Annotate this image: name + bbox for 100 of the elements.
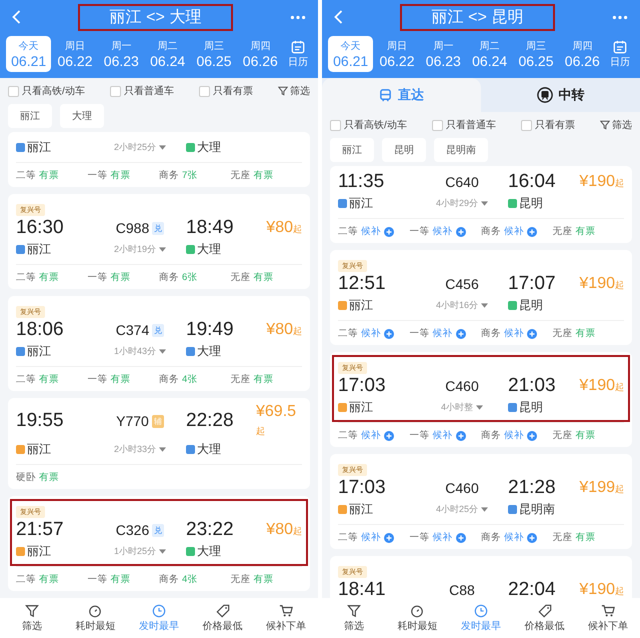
departure-time: 21:57 — [16, 519, 65, 541]
price: ¥80起 — [266, 521, 302, 539]
station-chip[interactable]: 昆明南 — [434, 138, 488, 162]
seat-status: 有票 — [39, 169, 59, 182]
seat-status: 有票 — [110, 373, 130, 386]
caret-icon[interactable] — [481, 303, 488, 308]
filter-checkbox[interactable]: 只看普通车 — [110, 84, 174, 98]
seat-status: 有票 — [39, 471, 59, 484]
seat-status: 候补 — [432, 327, 452, 340]
train-badge: 兑 — [152, 524, 164, 536]
seat-class: 一等 — [410, 429, 430, 442]
price: ¥80起 — [266, 219, 302, 237]
train-icon — [379, 88, 392, 102]
caret-icon[interactable] — [159, 247, 166, 252]
window-title: 丽江 <> 大理 — [78, 4, 234, 30]
plus-icon[interactable] — [527, 226, 537, 236]
seat-status: 有票 — [254, 373, 274, 386]
clock-icon — [474, 604, 488, 618]
station-name: 丽江 — [27, 139, 51, 156]
seat-status: 有票 — [576, 429, 596, 442]
seat-class: 商务 — [159, 271, 179, 284]
checkbox-label: 只看高铁/动车 — [22, 84, 85, 98]
filter-checkbox[interactable]: 只看有票 — [198, 84, 253, 98]
caret-icon[interactable] — [481, 201, 488, 206]
plus-icon[interactable] — [456, 226, 466, 236]
station-chip[interactable]: 大理 — [60, 104, 104, 128]
seat-class: 一等 — [88, 271, 108, 284]
seat-status: 有票 — [110, 573, 130, 586]
caret-icon[interactable] — [159, 349, 166, 354]
seat-class: 商务 — [159, 573, 179, 586]
checkbox[interactable] — [432, 120, 443, 130]
checkbox[interactable] — [8, 86, 19, 96]
filter-button[interactable]: 筛选 — [278, 84, 310, 98]
seat-class: 无座 — [552, 225, 572, 238]
filter-icon — [346, 604, 361, 618]
departure-time: 11:35 — [338, 171, 386, 193]
arrival-time: 21:03 — [508, 375, 556, 397]
caret-icon[interactable] — [159, 447, 166, 452]
toolbar-button[interactable]: 价格最低 — [190, 598, 254, 638]
checkbox[interactable] — [330, 120, 341, 130]
checkbox[interactable] — [110, 86, 121, 96]
seat-status: 候补 — [361, 429, 381, 442]
plus-icon[interactable] — [384, 226, 394, 236]
clock-icon — [152, 604, 166, 618]
toolbar-button[interactable]: 候补下单 — [576, 598, 640, 638]
toolbar-button[interactable]: 耗时最短 — [64, 598, 128, 638]
plus-icon[interactable] — [527, 532, 537, 542]
station-chip[interactable]: 丽江 — [8, 104, 52, 128]
tab[interactable]: 中转 — [481, 78, 640, 112]
caret-icon[interactable] — [159, 145, 166, 150]
back-icon[interactable] — [12, 9, 21, 25]
departure-time: 17:03 — [338, 477, 387, 499]
plus-icon[interactable] — [384, 532, 394, 542]
seat-class: 二等 — [16, 169, 36, 182]
train-card[interactable]: 19:55 Y770 辅 22:28 ¥69.5 起 丽江 2小时33分 大理 硬卧 有票 — [8, 398, 310, 489]
caret-icon[interactable] — [481, 507, 488, 512]
seat-status: 有票 — [110, 271, 130, 284]
more-icon[interactable] — [612, 14, 628, 20]
departure-time: 16:30 — [16, 217, 65, 239]
train-card[interactable]: 丽江 2小时25分 大理 二等 有票 一等 有票 商务 7张 无座 有票 — [8, 132, 310, 187]
checkbox[interactable] — [520, 120, 532, 130]
caret-icon[interactable] — [159, 549, 166, 554]
station-name: 昆明南 — [519, 501, 555, 518]
filter-icon — [600, 120, 610, 130]
seat-class: 商务 — [159, 169, 179, 182]
filter-button[interactable]: 筛选 — [600, 118, 632, 132]
filter-checkbox[interactable]: 只看高铁/动车 — [8, 84, 85, 98]
caret-icon[interactable] — [476, 405, 483, 410]
filter-checkbox[interactable]: 只看普通车 — [432, 118, 496, 132]
calendar-icon — [612, 40, 627, 54]
station-name: 丽江 — [349, 195, 373, 212]
plus-icon[interactable] — [456, 532, 466, 542]
toolbar-button[interactable]: 筛选 — [0, 598, 64, 638]
arrival-time: 16:04 — [508, 171, 556, 193]
station-chip[interactable]: 昆明 — [382, 138, 426, 162]
toolbar-button[interactable]: 筛选 — [322, 598, 386, 638]
seat-class: 商务 — [481, 429, 501, 442]
plus-icon[interactable] — [527, 328, 537, 338]
plus-icon[interactable] — [384, 328, 394, 338]
train-card[interactable]: 11:35 C640 16:04 ¥190起 丽江 4小时29分 昆明 二等 候补 一等 候补 商务 候补 无座 有票 — [330, 166, 632, 243]
departure-time: 19:55 — [16, 410, 65, 432]
more-icon[interactable] — [290, 14, 306, 20]
filter-checkbox[interactable]: 只看有票 — [520, 118, 575, 132]
plus-icon[interactable] — [456, 328, 466, 338]
arrival-time: 23:22 — [186, 519, 234, 541]
back-icon[interactable] — [334, 9, 343, 25]
toolbar-button[interactable]: 价格最低 — [512, 598, 576, 638]
plus-icon[interactable] — [527, 430, 537, 440]
plus-icon[interactable] — [384, 430, 394, 440]
seat-status: 4张 — [182, 573, 198, 586]
toolbar-button[interactable]: 耗时最短 — [386, 598, 450, 638]
seat-status: 候补 — [361, 225, 381, 238]
plus-icon[interactable] — [456, 430, 466, 440]
station-chip[interactable]: 丽江 — [330, 138, 374, 162]
toolbar-button[interactable]: 候补下单 — [254, 598, 318, 638]
tag-icon — [538, 604, 552, 618]
checkbox[interactable] — [198, 86, 210, 96]
price: ¥69.5 起 — [256, 403, 298, 438]
seat-status: 候补 — [361, 327, 381, 340]
filter-checkbox[interactable]: 只看高铁/动车 — [330, 118, 407, 132]
